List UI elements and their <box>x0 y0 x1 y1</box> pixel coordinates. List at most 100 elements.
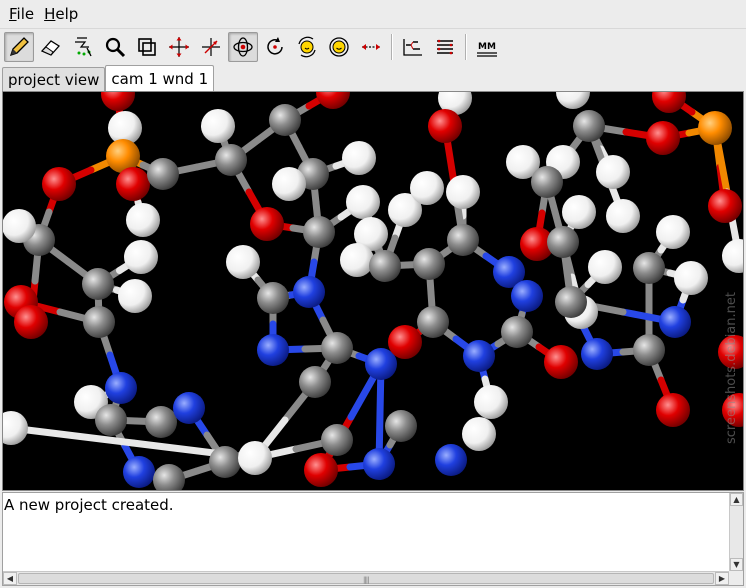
nitrogen-atom <box>363 448 395 480</box>
nitrogen-atom <box>659 306 691 338</box>
scroll-down-arrow-icon[interactable]: ▼ <box>730 558 743 571</box>
hydrogen-atom <box>462 417 496 451</box>
scroll-right-arrow-icon[interactable]: ▶ <box>715 572 729 585</box>
oxygen-atom <box>116 167 150 201</box>
oxygen-atom <box>708 189 742 223</box>
carbon-atom <box>209 446 241 478</box>
draw-tool-button[interactable] <box>4 31 34 62</box>
oxygen-atom <box>646 121 680 155</box>
carbon-atom <box>385 410 417 442</box>
eraser-icon <box>40 39 60 56</box>
carbon-atom <box>531 166 563 198</box>
hydrogen-atom <box>656 215 690 249</box>
hydrogen-atom <box>410 171 444 205</box>
zoom-tool-button[interactable] <box>100 32 130 62</box>
hydrogen-atom <box>588 250 622 284</box>
view-tabs: project view cam 1 wnd 1 <box>2 65 215 91</box>
carbon-atom <box>303 216 335 248</box>
menu-file-mnemonic: F <box>9 5 17 23</box>
oxygen-atom <box>42 167 76 201</box>
hydrogen-atom <box>562 195 596 229</box>
nitrogen-atom <box>511 280 543 312</box>
energy-plot-icon <box>403 38 422 56</box>
carbon-atom <box>547 226 579 258</box>
dialog-list-button[interactable] <box>430 32 460 62</box>
menu-file[interactable]: File <box>4 0 39 28</box>
clipping-icon <box>138 37 156 56</box>
oxygen-atom <box>656 393 690 427</box>
erase-tool-button[interactable] <box>36 32 66 62</box>
toolbar-separator <box>465 33 467 60</box>
orbit-rotate-tool-button[interactable] <box>228 31 258 62</box>
oxygen-atom <box>388 325 422 359</box>
rotate-face-icon <box>298 36 316 57</box>
carbon-atom <box>215 144 247 176</box>
carbon-atom <box>82 268 114 300</box>
log-vertical-scrollbar[interactable]: ▲ ▼ <box>729 493 743 571</box>
nitrogen-atom <box>123 456 155 488</box>
list-icon <box>437 39 453 54</box>
hydrogen-atom <box>124 240 158 274</box>
oxygen-atom <box>652 92 686 113</box>
carbon-atom <box>83 306 115 338</box>
carbon-atom <box>321 332 353 364</box>
oxygen-atom <box>101 92 135 111</box>
translate-tool-button[interactable] <box>164 32 194 62</box>
hydrogen-atom <box>226 245 260 279</box>
rotate-scene-tool-button[interactable] <box>324 32 354 62</box>
menu-help[interactable]: Help <box>39 0 83 28</box>
hydrogen-atom <box>272 167 306 201</box>
oxygen-atom <box>544 345 578 379</box>
carbon-atom <box>269 104 301 136</box>
rotate-z-tool-button[interactable] <box>260 32 290 62</box>
orbit-rotate-icon <box>233 36 253 57</box>
clipping-tool-button[interactable] <box>132 32 162 62</box>
select-icon <box>75 36 92 56</box>
scroll-up-arrow-icon[interactable]: ▲ <box>730 493 743 506</box>
molecular-mechanics-button[interactable]: MM <box>472 32 502 62</box>
scroll-left-arrow-icon[interactable]: ◀ <box>3 572 17 585</box>
carbon-atom <box>447 224 479 256</box>
molecule-rendering <box>3 92 743 490</box>
menu-bar: File Help <box>0 0 746 28</box>
log-message: A new project created. <box>4 496 174 514</box>
watermark: screenshots.debian.net <box>724 292 739 444</box>
carbon-atom <box>417 306 449 338</box>
measure-distance-icon <box>362 43 380 50</box>
nitrogen-atom <box>173 392 205 424</box>
tab-project-view[interactable]: project view <box>2 67 106 91</box>
nitrogen-atom <box>293 276 325 308</box>
phosphorus-atom <box>698 111 732 145</box>
hydrogen-atom <box>118 279 152 313</box>
pencil-icon <box>9 36 29 56</box>
oxygen-atom <box>304 453 338 487</box>
oxygen-atom <box>14 305 48 339</box>
horizontal-scroll-thumb[interactable]: |||| <box>18 573 714 584</box>
nitrogen-atom <box>581 338 613 370</box>
energy-plot-button[interactable] <box>398 32 428 62</box>
log-panel[interactable]: A new project created. ▲ ▼ ◀ |||| ▶ <box>2 492 744 586</box>
hydrogen-atom <box>556 92 590 109</box>
carbon-atom <box>299 366 331 398</box>
carbon-atom <box>147 158 179 190</box>
oxygen-atom <box>250 207 284 241</box>
translate-xy-tool-button[interactable] <box>196 32 226 62</box>
move-arrows-icon <box>169 36 189 57</box>
molecule-3d-viewport[interactable]: screenshots.debian.net <box>2 91 744 491</box>
tab-cam-1-wnd-1[interactable]: cam 1 wnd 1 <box>105 65 215 91</box>
carbon-atom <box>413 248 445 280</box>
carbon-atom <box>369 250 401 282</box>
mm-icon: MM <box>477 42 497 57</box>
hydrogen-atom <box>340 243 374 277</box>
hydrogen-atom <box>342 141 376 175</box>
rotate-xy-tool-button[interactable] <box>292 32 322 62</box>
measure-tool-button[interactable] <box>356 32 386 62</box>
menu-help-label: elp <box>55 5 79 23</box>
log-horizontal-scrollbar[interactable]: ◀ |||| ▶ <box>3 571 743 585</box>
hydrogen-atom <box>596 155 630 189</box>
select-tool-button[interactable] <box>68 32 98 62</box>
hydrogen-atom <box>474 385 508 419</box>
nitrogen-atom <box>257 334 289 366</box>
carbon-atom <box>321 424 353 456</box>
carbon-atom <box>573 110 605 142</box>
